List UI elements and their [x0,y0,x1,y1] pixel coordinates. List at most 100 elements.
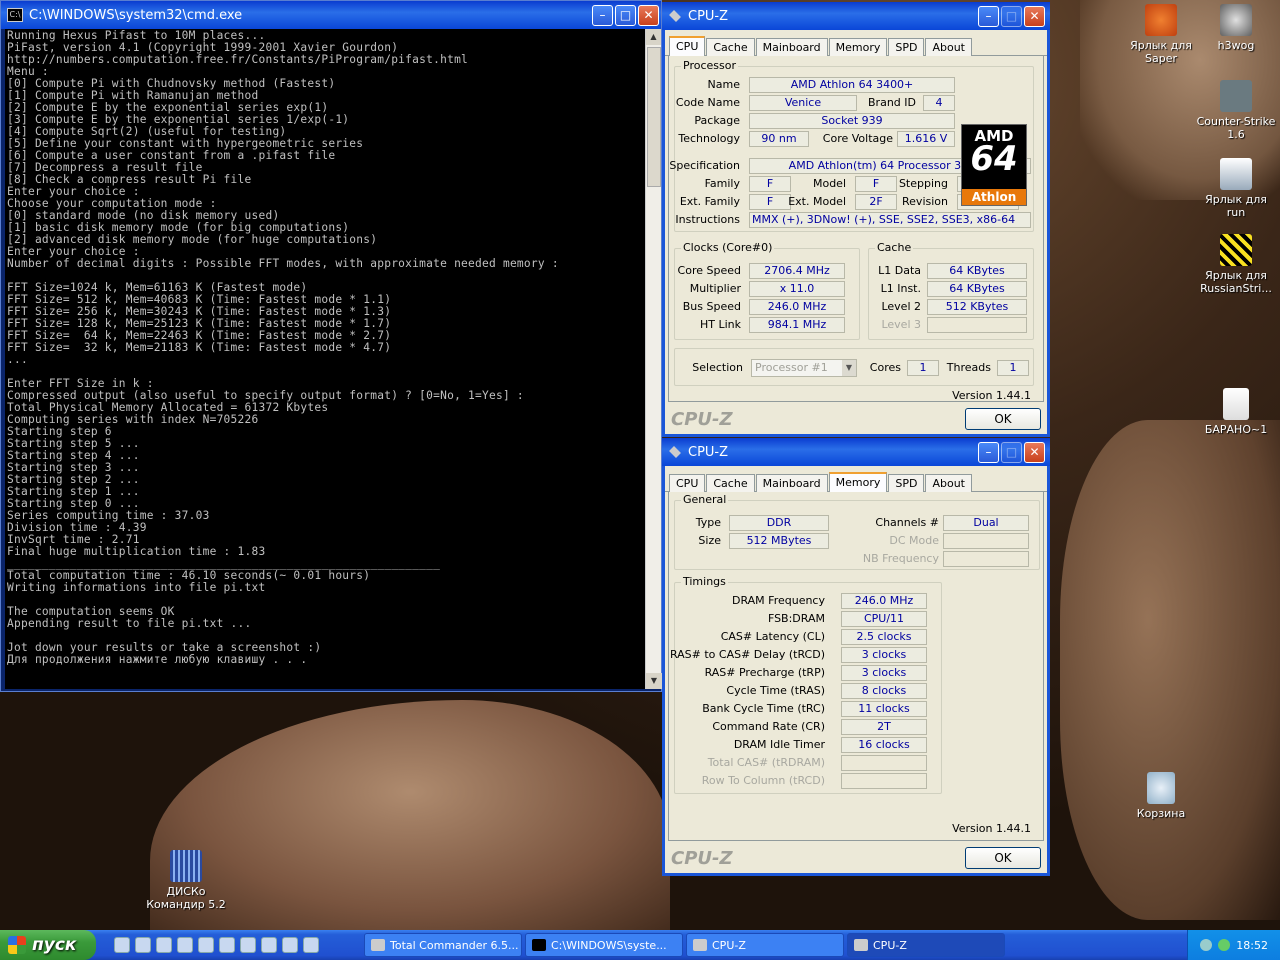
desktop-icon-barano[interactable]: БАРАНО~1 [1196,388,1276,436]
clock[interactable]: 18:52 [1236,939,1268,952]
wallpaper-figure [150,700,670,930]
opera-icon[interactable] [156,937,172,953]
timing-value: 11 clocks [841,701,927,717]
desktop-icon-recycle-bin[interactable]: Корзина [1121,772,1201,820]
search-icon[interactable] [261,937,277,953]
tray-shield-icon[interactable] [1218,939,1231,951]
winamp-icon[interactable] [177,937,193,953]
chevron-down-icon[interactable]: ▼ [842,360,856,376]
desktop-icon-counter-strike[interactable]: Counter-Strike 1.6 [1196,80,1276,141]
scroll-thumb[interactable] [647,47,661,187]
cpuz-icon [669,446,681,458]
close-button[interactable]: ✕ [1024,442,1045,463]
cpuz-titlebar[interactable]: CPU-Z – □ ✕ [662,438,1050,466]
task-cmd[interactable]: C:\WINDOWS\syste... [525,933,683,957]
file-icon [1223,388,1249,420]
console-scrollbar[interactable]: ▲ ▼ [645,29,662,689]
total-commander-icon [371,939,385,951]
desktop-icon-h3wog[interactable]: h3wog [1196,4,1276,52]
tab-cpu[interactable]: CPU [669,474,706,494]
timing-label: FSB:DRAM [767,612,825,625]
cpu-technology: 90 nm [749,131,809,147]
timing-label: CAS# Latency (CL) [720,630,825,643]
desktop-icon-saper[interactable]: Ярлык для Saper [1121,4,1201,65]
cpu-name: AMD Athlon 64 3400+ [749,77,955,93]
scroll-down-arrow-icon[interactable]: ▼ [646,673,662,689]
tab-spd[interactable]: SPD [888,474,925,494]
tab-cache[interactable]: Cache [706,38,755,58]
tab-bar: CPU Cache Mainboard Memory SPD About [665,30,1047,58]
run-icon [1220,158,1252,190]
ok-button[interactable]: OK [965,408,1041,430]
folder-icon[interactable] [219,937,235,953]
task-cpuz-1[interactable]: CPU-Z [686,933,844,957]
processor-select[interactable]: Processor #1 ▼ [751,359,857,377]
desktop-icon-disco-commander[interactable]: ДИСКо Командир 5.2 [146,850,226,911]
desktop-icon-russianstrike[interactable]: Ярлык для RussianStri... [1196,234,1276,295]
cmd-icon [532,939,546,951]
tab-spd[interactable]: SPD [888,38,925,58]
general-group: General Type DDR Size 512 MBytes Channel… [674,493,1040,570]
firefox-icon[interactable] [282,937,298,953]
timing-value: 8 clocks [841,683,927,699]
cpuz-brand: CPU-Z [671,409,733,430]
cmd-icon: C:\ [7,8,23,22]
media-player-icon[interactable] [198,937,214,953]
timing-label: RAS# Precharge (tRP) [704,666,825,679]
minimize-button[interactable]: – [592,5,613,26]
console-text: Running Hexus Pifast to 10M places... Pi… [7,29,559,666]
tray-network-icon[interactable] [1200,939,1213,951]
cpuz-window-cpu[interactable]: CPU-Z – □ ✕ CPU Cache Mainboard Memory SPD Ab… [662,2,1050,437]
tab-memory[interactable]: Memory [828,472,888,494]
tab-mainboard[interactable]: Mainboard [755,474,828,494]
core-voltage: 1.616 V [897,131,955,147]
disk-icon[interactable] [240,937,256,953]
console-output[interactable]: Running Hexus Pifast to 10M places... Pi… [5,29,647,689]
tab-cache[interactable]: Cache [706,474,755,494]
window-title: CPU-Z [688,444,729,460]
app-icon[interactable] [303,937,319,953]
core-speed: 2706.4 MHz [749,263,845,279]
tab-cpu[interactable]: CPU [669,36,706,58]
quick-launch [114,937,364,953]
tab-bar: CPU Cache Mainboard Memory SPD About [665,466,1047,494]
window-title: CPU-Z [688,8,729,24]
timing-value [841,773,927,789]
timing-value: 2T [841,719,927,735]
start-button[interactable]: пуск [0,930,96,960]
cpuz-titlebar[interactable]: CPU-Z – □ ✕ [662,2,1050,30]
h3wog-icon [1220,4,1252,36]
cpuz-window-memory[interactable]: CPU-Z – □ ✕ CPU Cache Mainboard Memory SPD Ab… [662,438,1050,876]
show-desktop-icon[interactable] [114,937,130,953]
tab-memory[interactable]: Memory [828,38,888,58]
tab-mainboard[interactable]: Mainboard [755,38,828,58]
task-total-commander[interactable]: Total Commander 6.5... [364,933,522,957]
cpu-package: Socket 939 [749,113,955,129]
close-button[interactable]: ✕ [638,5,659,26]
l1-inst-cache: 64 KBytes [927,281,1027,297]
maximize-button[interactable]: □ [615,5,636,26]
internet-explorer-icon[interactable] [135,937,151,953]
minimize-button[interactable]: – [978,6,999,27]
cache-group: Cache L1 Data 64 KBytes L1 Inst. 64 KByt… [868,241,1034,340]
cmd-titlebar[interactable]: C:\ C:\WINDOWS\system32\cmd.exe – □ ✕ [1,1,661,29]
timing-value: 16 clocks [841,737,927,753]
timing-label: Cycle Time (tRAS) [726,684,825,697]
timing-label: Row To Column (tRCD) [701,774,825,787]
channels: Dual [943,515,1029,531]
tab-about[interactable]: About [925,474,972,494]
disco-commander-icon [170,850,202,882]
ok-button[interactable]: OK [965,847,1041,869]
cmd-window[interactable]: C:\ C:\WINDOWS\system32\cmd.exe – □ ✕ Ru… [0,0,662,692]
timing-value: CPU/11 [841,611,927,627]
level2-cache: 512 KBytes [927,299,1027,315]
memory-size: 512 MBytes [729,533,829,549]
minimize-button[interactable]: – [978,442,999,463]
close-button[interactable]: ✕ [1024,6,1045,27]
scroll-up-arrow-icon[interactable]: ▲ [646,29,661,45]
wallpaper-figure-right [1060,420,1280,920]
task-cpuz-2[interactable]: CPU-Z [847,933,1005,957]
tab-about[interactable]: About [925,38,972,58]
brand-id: 4 [923,95,955,111]
desktop-icon-run[interactable]: Ярлык для run [1196,158,1276,219]
